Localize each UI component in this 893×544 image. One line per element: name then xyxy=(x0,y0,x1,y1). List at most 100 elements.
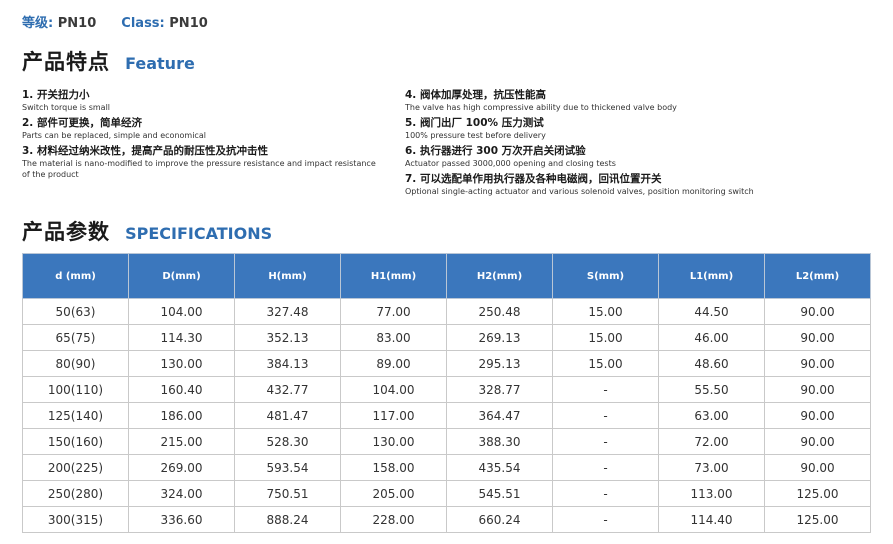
table-cell: 528.30 xyxy=(234,428,341,455)
table-cell: 660.24 xyxy=(446,506,553,533)
feature-item-en: The material is nano-modified to improve… xyxy=(22,159,376,179)
column-header: H(mm) xyxy=(234,253,341,299)
table-cell: 114.40 xyxy=(658,506,765,533)
table-cell: 104.00 xyxy=(128,298,235,325)
table-cell: 324.00 xyxy=(128,480,235,507)
column-header: S(mm) xyxy=(552,253,659,299)
table-cell: 158.00 xyxy=(340,454,447,481)
table-row: 250(280) 324.00 750.51 205.00 545.51-113.00 1… xyxy=(22,480,871,507)
column-header: L1(mm) xyxy=(658,253,765,299)
table-row: 300(315) 336.60 888.24 228.00 660.24-114.40 1… xyxy=(22,506,871,533)
table-cell: 130.00 xyxy=(340,428,447,455)
table-cell: 100(110) xyxy=(22,376,129,403)
column-header: H2(mm) xyxy=(446,253,553,299)
table-cell: 327.48 xyxy=(234,298,341,325)
table-cell: 90.00 xyxy=(764,454,871,481)
table-cell: 593.54 xyxy=(234,454,341,481)
feature-column-right: 4. 阀体加厚处理，抗压性能高 The valve has high compre… xyxy=(405,89,875,201)
table-cell: 80(90) xyxy=(22,350,129,377)
column-header: L2(mm) xyxy=(764,253,871,299)
table-row: 65(75) 114.30 352.13 83.00 269.13 15.00 46.00 9… xyxy=(22,324,871,351)
feature-item-zh: 6. 执行器进行 300 万次开启关闭试验 xyxy=(405,145,586,157)
table-cell: 352.13 xyxy=(234,324,341,351)
table-cell: 114.30 xyxy=(128,324,235,351)
table-cell: 113.00 xyxy=(658,480,765,507)
feature-item: 5. 阀门出厂 100% 压力测试 100% pressure test befo… xyxy=(405,117,875,141)
table-row: 50(63) 104.00 327.48 77.00 250.48 15.00 44.50 9… xyxy=(22,298,871,325)
table-cell: 90.00 xyxy=(764,298,871,325)
feature-item-en: Parts can be replaced, simple and econom… xyxy=(22,131,206,140)
table-cell: 336.60 xyxy=(128,506,235,533)
table-cell: - xyxy=(552,480,659,507)
feature-item: 4. 阀体加厚处理，抗压性能高 The valve has high compre… xyxy=(405,89,875,113)
feature-item-en: Optional single-acting actuator and vari… xyxy=(405,187,754,196)
table-cell: 90.00 xyxy=(764,324,871,351)
class-value: PN10 xyxy=(169,16,208,31)
feature-title-en: Feature xyxy=(125,54,195,73)
table-cell: 125(140) xyxy=(22,402,129,429)
table-cell: 72.00 xyxy=(658,428,765,455)
table-cell: 63.00 xyxy=(658,402,765,429)
table-cell: 186.00 xyxy=(128,402,235,429)
table-cell: 50(63) xyxy=(22,298,129,325)
table-cell: 269.13 xyxy=(446,324,553,351)
table-cell: 328.77 xyxy=(446,376,553,403)
table-cell: 384.13 xyxy=(234,350,341,377)
table-cell: 55.50 xyxy=(658,376,765,403)
table-cell: - xyxy=(552,428,659,455)
table-body: 50(63) 104.00 327.48 77.00 250.48 15.00 44.50 9… xyxy=(22,298,871,533)
feature-item: 6. 执行器进行 300 万次开启关闭试验 Actuator passed 300… xyxy=(405,145,875,169)
table-cell: 125.00 xyxy=(764,480,871,507)
table-cell: 65(75) xyxy=(22,324,129,351)
table-header-row: d (mm) D(mm) H(mm) H1(mm) H2(mm) S(mm) L1(mm) L… xyxy=(22,253,871,299)
feature-item-en: Actuator passed 3000,000 opening and clo… xyxy=(405,159,616,168)
feature-item-en: The valve has high compressive ability d… xyxy=(405,103,677,112)
specifications-heading: 产品参数 SPECIFICATIONS xyxy=(22,216,272,246)
feature-item: 2. 部件可更换，简单经济 Parts can be replaced, simp… xyxy=(22,117,382,141)
feature-item-zh: 7. 可以选配单作用执行器及各种电磁阀，回讯位置开关 xyxy=(405,173,662,185)
table-cell: - xyxy=(552,506,659,533)
table-cell: 435.54 xyxy=(446,454,553,481)
table-cell: 15.00 xyxy=(552,298,659,325)
table-cell: 228.00 xyxy=(340,506,447,533)
table-cell: 46.00 xyxy=(658,324,765,351)
table-cell: 250.48 xyxy=(446,298,553,325)
column-header: D(mm) xyxy=(128,253,235,299)
table-cell: 160.40 xyxy=(128,376,235,403)
table-cell: 104.00 xyxy=(340,376,447,403)
table-cell: 205.00 xyxy=(340,480,447,507)
column-header: H1(mm) xyxy=(340,253,447,299)
feature-heading: 产品特点 Feature xyxy=(22,46,195,76)
table-row: 80(90) 130.00 384.13 89.00 295.13 15.00 48.60 9… xyxy=(22,350,871,377)
feature-column-left: 1. 开关扭力小 Switch torque is small 2. 部件可更换，简… xyxy=(22,89,382,184)
feature-title-zh: 产品特点 xyxy=(22,50,110,74)
column-header: d (mm) xyxy=(22,253,129,299)
table-cell: 888.24 xyxy=(234,506,341,533)
grade-value: PN10 xyxy=(57,16,97,31)
table-cell: 432.77 xyxy=(234,376,341,403)
table-cell: 90.00 xyxy=(764,402,871,429)
table-row: 125(140) 186.00 481.47 117.00 364.47-63.00 90… xyxy=(22,402,871,429)
table-cell: 269.00 xyxy=(128,454,235,481)
spec-title-zh: 产品参数 xyxy=(22,220,110,244)
feature-item-en: 100% pressure test before delivery xyxy=(405,131,546,140)
table-cell: 90.00 xyxy=(764,376,871,403)
table-cell: 15.00 xyxy=(552,324,659,351)
table-row: 100(110) 160.40 432.77 104.00 328.77-55.50 90… xyxy=(22,376,871,403)
table-cell: - xyxy=(552,402,659,429)
feature-item: 7. 可以选配单作用执行器及各种电磁阀，回讯位置开关 Optional singl… xyxy=(405,173,875,197)
table-cell: 130.00 xyxy=(128,350,235,377)
feature-item-zh: 4. 阀体加厚处理，抗压性能高 xyxy=(405,89,546,101)
class-label: Class: xyxy=(121,16,165,31)
table-cell: 481.47 xyxy=(234,402,341,429)
table-cell: - xyxy=(552,454,659,481)
table-cell: 73.00 xyxy=(658,454,765,481)
feature-item-zh: 3. 材料经过纳米改性，提高产品的耐压性及抗冲击性 xyxy=(22,145,268,157)
table-cell: 295.13 xyxy=(446,350,553,377)
specifications-table: d (mm) D(mm) H(mm) H1(mm) H2(mm) S(mm) L1(mm) L… xyxy=(22,253,871,533)
spec-title-en: SPECIFICATIONS xyxy=(125,224,273,243)
table-cell: 300(315) xyxy=(22,506,129,533)
table-cell: 750.51 xyxy=(234,480,341,507)
table-cell: 83.00 xyxy=(340,324,447,351)
table-cell: 90.00 xyxy=(764,350,871,377)
